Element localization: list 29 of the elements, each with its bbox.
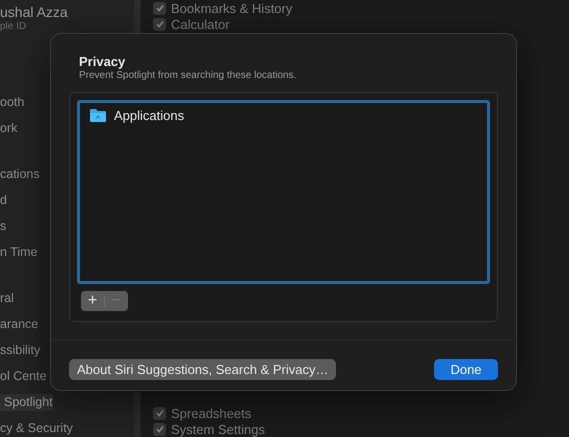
- checkbox[interactable]: [153, 2, 166, 14]
- category-label: Bookmarks & History: [171, 0, 292, 16]
- sidebar-item[interactable]: ork: [0, 120, 18, 137]
- account-name: ushal Azza: [0, 4, 69, 20]
- folder-icon: [90, 109, 106, 122]
- location-item[interactable]: Applications: [114, 108, 184, 123]
- sidebar-item[interactable]: n Time: [0, 244, 38, 261]
- sidebar-item[interactable]: Spotlight: [0, 394, 53, 411]
- sidebar-item[interactable]: ol Cente: [0, 368, 47, 385]
- sidebar-item[interactable]: s: [0, 218, 6, 235]
- sidebar-item[interactable]: ooth: [0, 94, 24, 111]
- sidebar-item[interactable]: d: [0, 192, 7, 209]
- dialog-title: Privacy: [79, 54, 126, 69]
- about-button[interactable]: About Siri Suggestions, Search & Privacy…: [69, 359, 336, 380]
- sidebar-item[interactable]: cy & Security: [0, 420, 73, 437]
- category-label: Calculator: [171, 16, 230, 32]
- checkbox[interactable]: [153, 18, 166, 30]
- account-subtitle: ple ID: [0, 20, 28, 33]
- add-button[interactable]: +: [81, 291, 104, 311]
- sidebar-item[interactable]: cations: [0, 166, 40, 183]
- dialog-subtitle: Prevent Spotlight from searching these locations.: [79, 69, 298, 82]
- checkbox[interactable]: [153, 406, 166, 420]
- category-label: System Settings: [171, 422, 265, 436]
- sidebar-item[interactable]: arance: [0, 316, 38, 333]
- sidebar-item[interactable]: ssibility: [0, 342, 40, 359]
- done-button[interactable]: Done: [434, 359, 498, 380]
- sidebar-item[interactable]: ral: [0, 290, 14, 307]
- category-label: Spreadsheets: [171, 406, 252, 420]
- checkbox[interactable]: [153, 422, 166, 436]
